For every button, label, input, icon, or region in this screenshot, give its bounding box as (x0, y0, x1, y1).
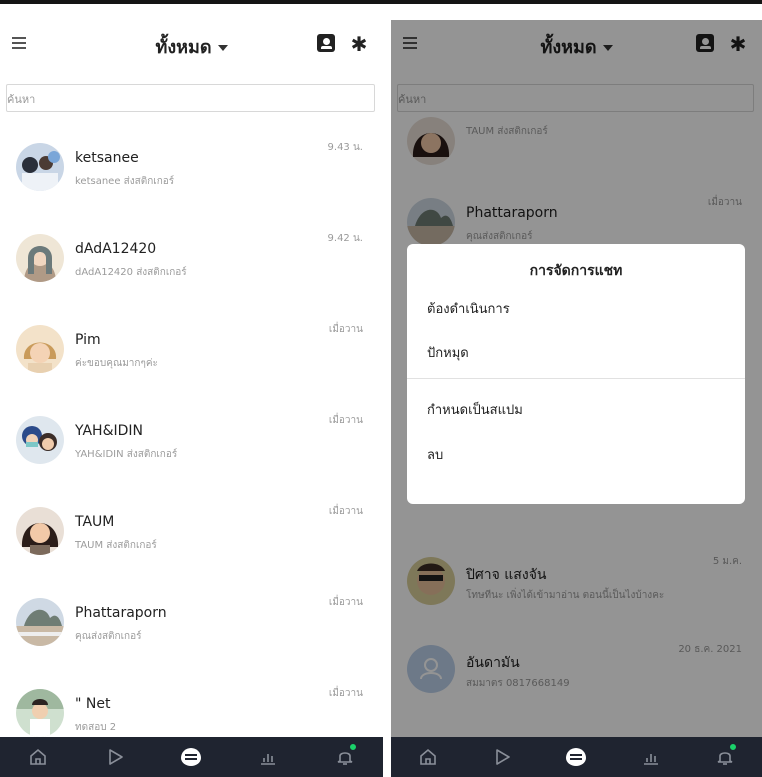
divider (407, 378, 745, 379)
chat-preview: TAUM ส่งสติกเกอร์ (75, 540, 157, 551)
menu-item-pin[interactable]: ปักหมุด (427, 342, 469, 363)
bottom-nav (0, 737, 383, 777)
notification-badge (348, 743, 357, 751)
play-icon[interactable] (103, 745, 127, 769)
chat-preview: คุณส่งสติกเกอร์ (75, 631, 142, 642)
chat-name: " Net (75, 696, 111, 712)
chat-preview: dAdA12420 ส่งสติกเกอร์ (75, 267, 187, 278)
play-icon[interactable] (490, 745, 514, 769)
avatar (16, 234, 64, 282)
list-item[interactable]: ketsanee ketsanee ส่งสติกเกอร์ 9.43 น. (0, 128, 383, 208)
top-border (0, 0, 762, 4)
avatar (16, 143, 64, 191)
chat-list-screen: ทั้งหมด ✱ ketsanee ketsanee ส่งสติกเกอร์… (0, 20, 383, 777)
chat-icon[interactable] (564, 745, 588, 769)
chat-time: เมื่อวาน (328, 688, 363, 699)
notification-badge (728, 743, 737, 751)
home-icon[interactable] (26, 745, 50, 769)
bell-icon[interactable] (713, 743, 737, 769)
page-title: ทั้งหมด (155, 37, 212, 58)
chat-preview: ketsanee ส่งสติกเกอร์ (75, 176, 175, 187)
bell-icon[interactable] (333, 743, 357, 769)
chat-time: 9.42 น. (327, 233, 363, 244)
chat-name: YAH&IDIN (75, 423, 143, 439)
contact-icon[interactable] (317, 34, 335, 52)
avatar (16, 507, 64, 555)
list-item[interactable]: Pim ค่ะขอบคุณมากๆค่ะ เมื่อวาน (0, 310, 383, 390)
chat-preview: ทดสอบ 2 (75, 722, 117, 733)
search-bar[interactable] (6, 84, 375, 112)
app-header: ทั้งหมด ✱ (0, 20, 383, 72)
avatar (16, 325, 64, 373)
chat-time: เมื่อวาน (328, 415, 363, 426)
chat-actions-dialog: การจัดการแชท ต้องดำเนินการ ปักหมุด กำหนด… (407, 244, 745, 504)
menu-item-delete[interactable]: ลบ (427, 444, 443, 465)
avatar (16, 689, 64, 737)
list-item[interactable]: Phattaraporn คุณส่งสติกเกอร์ เมื่อวาน (0, 583, 383, 663)
header-actions: ✱ (317, 34, 369, 54)
list-item[interactable]: TAUM TAUM ส่งสติกเกอร์ เมื่อวาน (0, 492, 383, 572)
stats-icon[interactable] (256, 745, 280, 769)
dialog-title: การจัดการแชท (529, 263, 623, 279)
search-input[interactable] (7, 91, 374, 107)
list-item[interactable]: dAdA12420 dAdA12420 ส่งสติกเกอร์ 9.42 น. (0, 219, 383, 299)
chat-icon[interactable] (179, 745, 203, 769)
chat-time: 9.43 น. (327, 142, 363, 153)
chat-preview: YAH&IDIN ส่งสติกเกอร์ (75, 449, 178, 460)
chat-name: ketsanee (75, 150, 139, 166)
caret-down-icon (217, 45, 228, 51)
chat-name: Pim (75, 332, 101, 348)
avatar (16, 416, 64, 464)
bottom-nav (391, 737, 762, 777)
chat-name: TAUM (75, 514, 115, 530)
chat-time: เมื่อวาน (328, 506, 363, 517)
chat-preview: ค่ะขอบคุณมากๆค่ะ (75, 358, 158, 369)
stats-icon[interactable] (639, 745, 663, 769)
home-icon[interactable] (416, 745, 440, 769)
chat-name: Phattaraporn (75, 605, 167, 621)
chat-time: เมื่อวาน (328, 324, 363, 335)
list-item[interactable]: YAH&IDIN YAH&IDIN ส่งสติกเกอร์ เมื่อวาน (0, 401, 383, 481)
gear-icon[interactable]: ✱ (349, 34, 369, 54)
menu-item-needs-action[interactable]: ต้องดำเนินการ (427, 298, 510, 319)
chat-name: dAdA12420 (75, 241, 157, 257)
chat-list-screen-with-menu: ทั้งหมด ✱ TAUM ส่งสติกเกอร์ Phattaraporn… (391, 20, 762, 777)
avatar (16, 598, 64, 646)
menu-item-mark-spam[interactable]: กำหนดเป็นสแปม (427, 399, 523, 420)
chat-time: เมื่อวาน (328, 597, 363, 608)
